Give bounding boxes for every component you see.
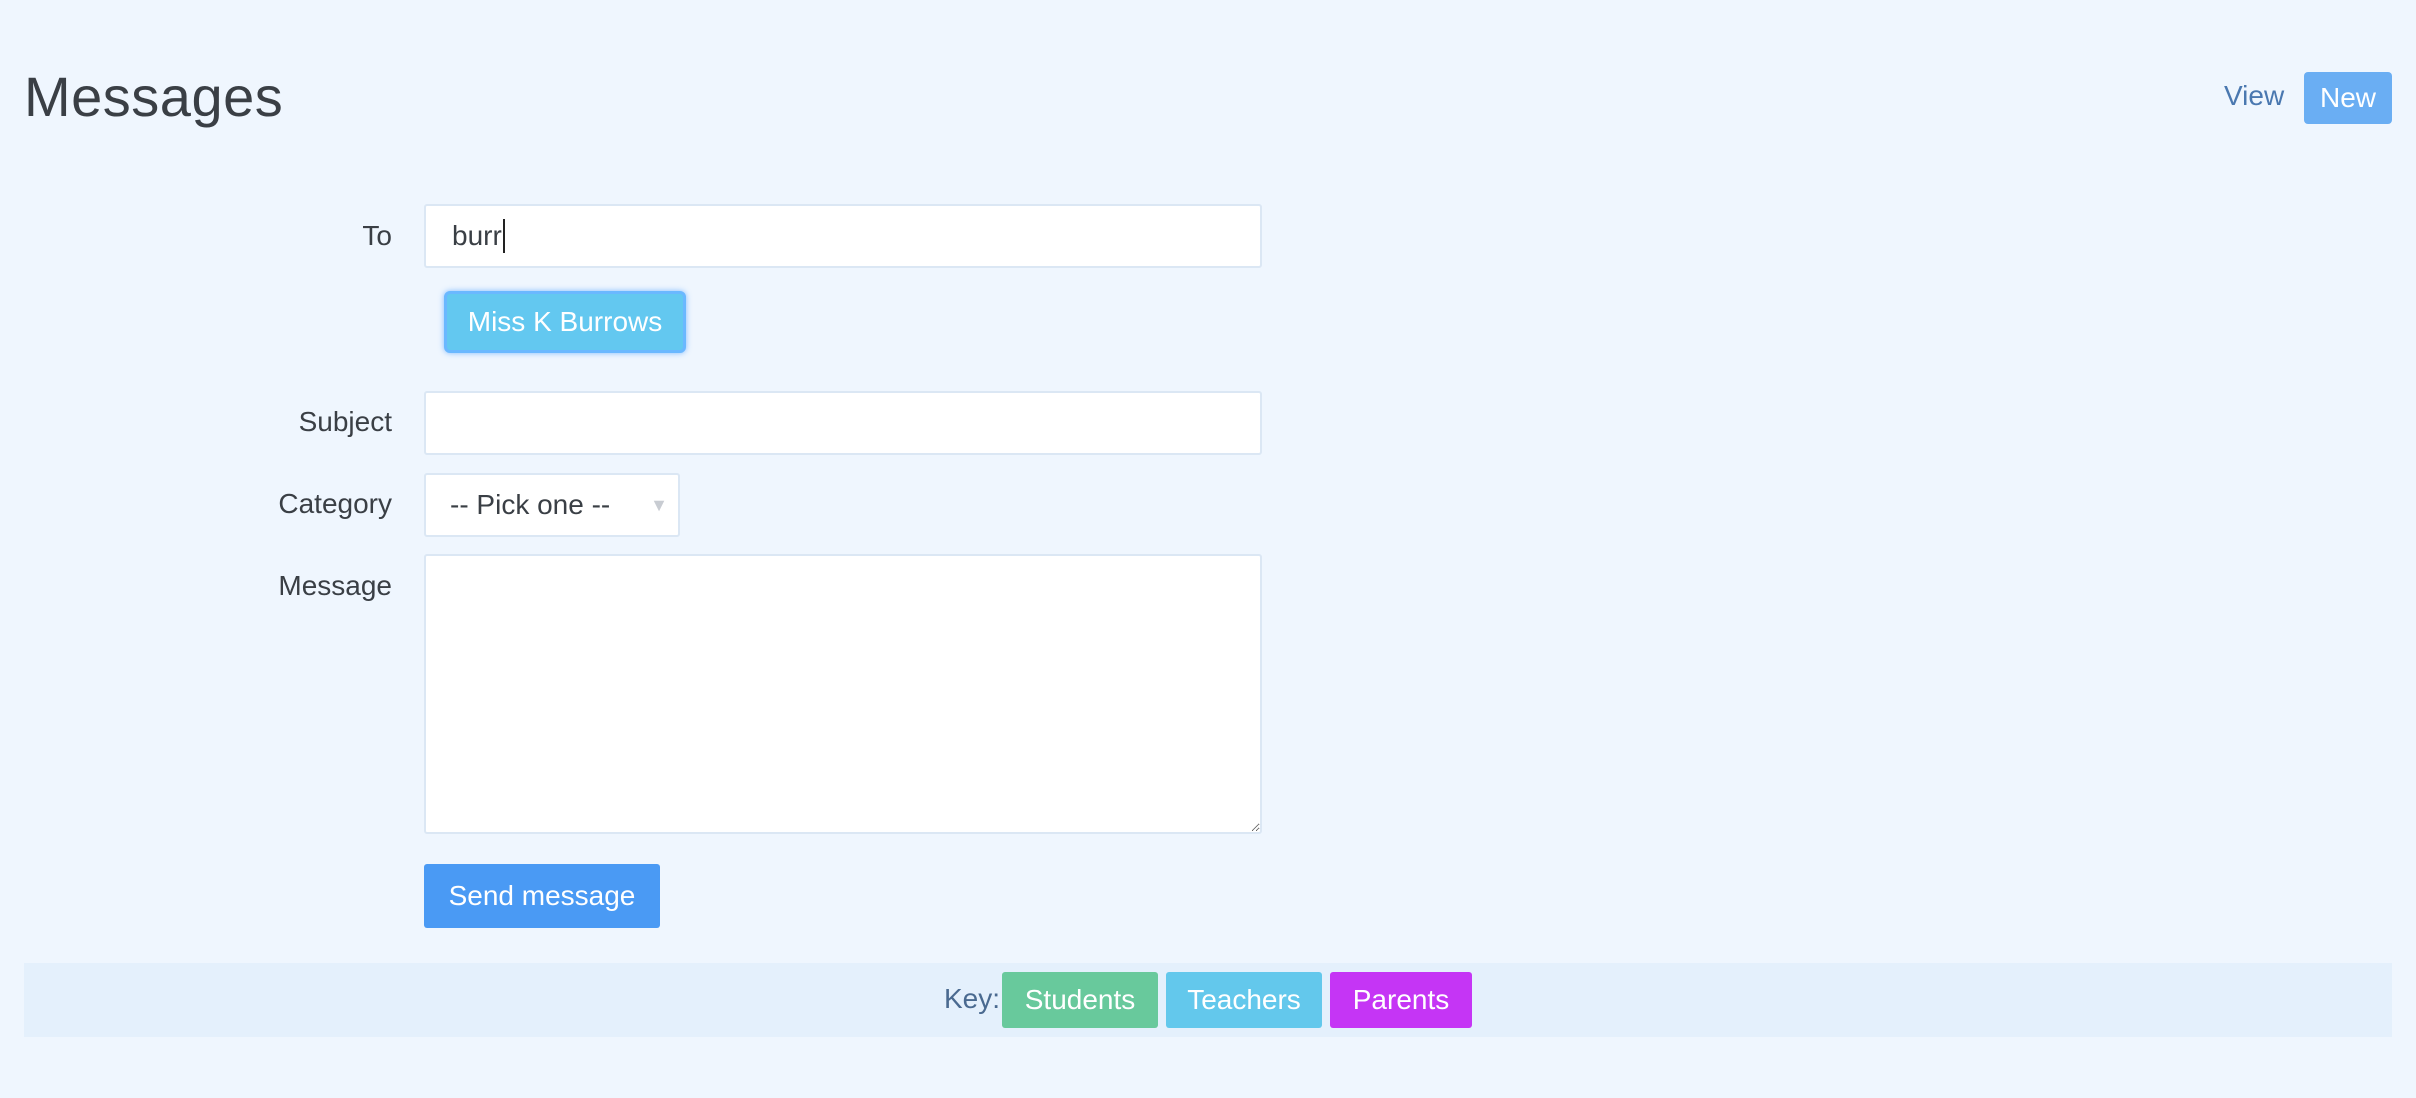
- recipient-suggestion[interactable]: Miss K Burrows: [444, 291, 686, 353]
- to-field-value: burr: [452, 220, 502, 251]
- key-badge-teachers: Teachers: [1166, 972, 1322, 1028]
- key-badge-parents: Parents: [1330, 972, 1472, 1028]
- message-label: Message: [278, 570, 392, 601]
- new-button[interactable]: New: [2304, 72, 2392, 124]
- messages-page: Messages View New To burr Miss K Burrows…: [0, 0, 2416, 1098]
- key-legend: Key: Students Teachers Parents: [24, 963, 2392, 1037]
- subject-field[interactable]: [424, 391, 1262, 455]
- page-title: Messages: [24, 65, 284, 128]
- to-field[interactable]: burr: [424, 204, 1262, 268]
- key-badge-students: Students: [1002, 972, 1158, 1028]
- subject-label: Subject: [298, 406, 392, 437]
- to-label: To: [362, 220, 392, 251]
- text-caret: [502, 218, 505, 253]
- category-selected-value: -- Pick one --: [450, 489, 611, 520]
- key-label: Key:: [944, 983, 1001, 1014]
- category-select[interactable]: -- Pick one -- ▼: [424, 473, 680, 537]
- send-message-button[interactable]: Send message: [424, 864, 660, 928]
- category-label: Category: [278, 488, 392, 519]
- chevron-down-icon: ▼: [650, 495, 668, 515]
- view-link[interactable]: View: [2224, 80, 2284, 112]
- message-field[interactable]: [424, 554, 1262, 834]
